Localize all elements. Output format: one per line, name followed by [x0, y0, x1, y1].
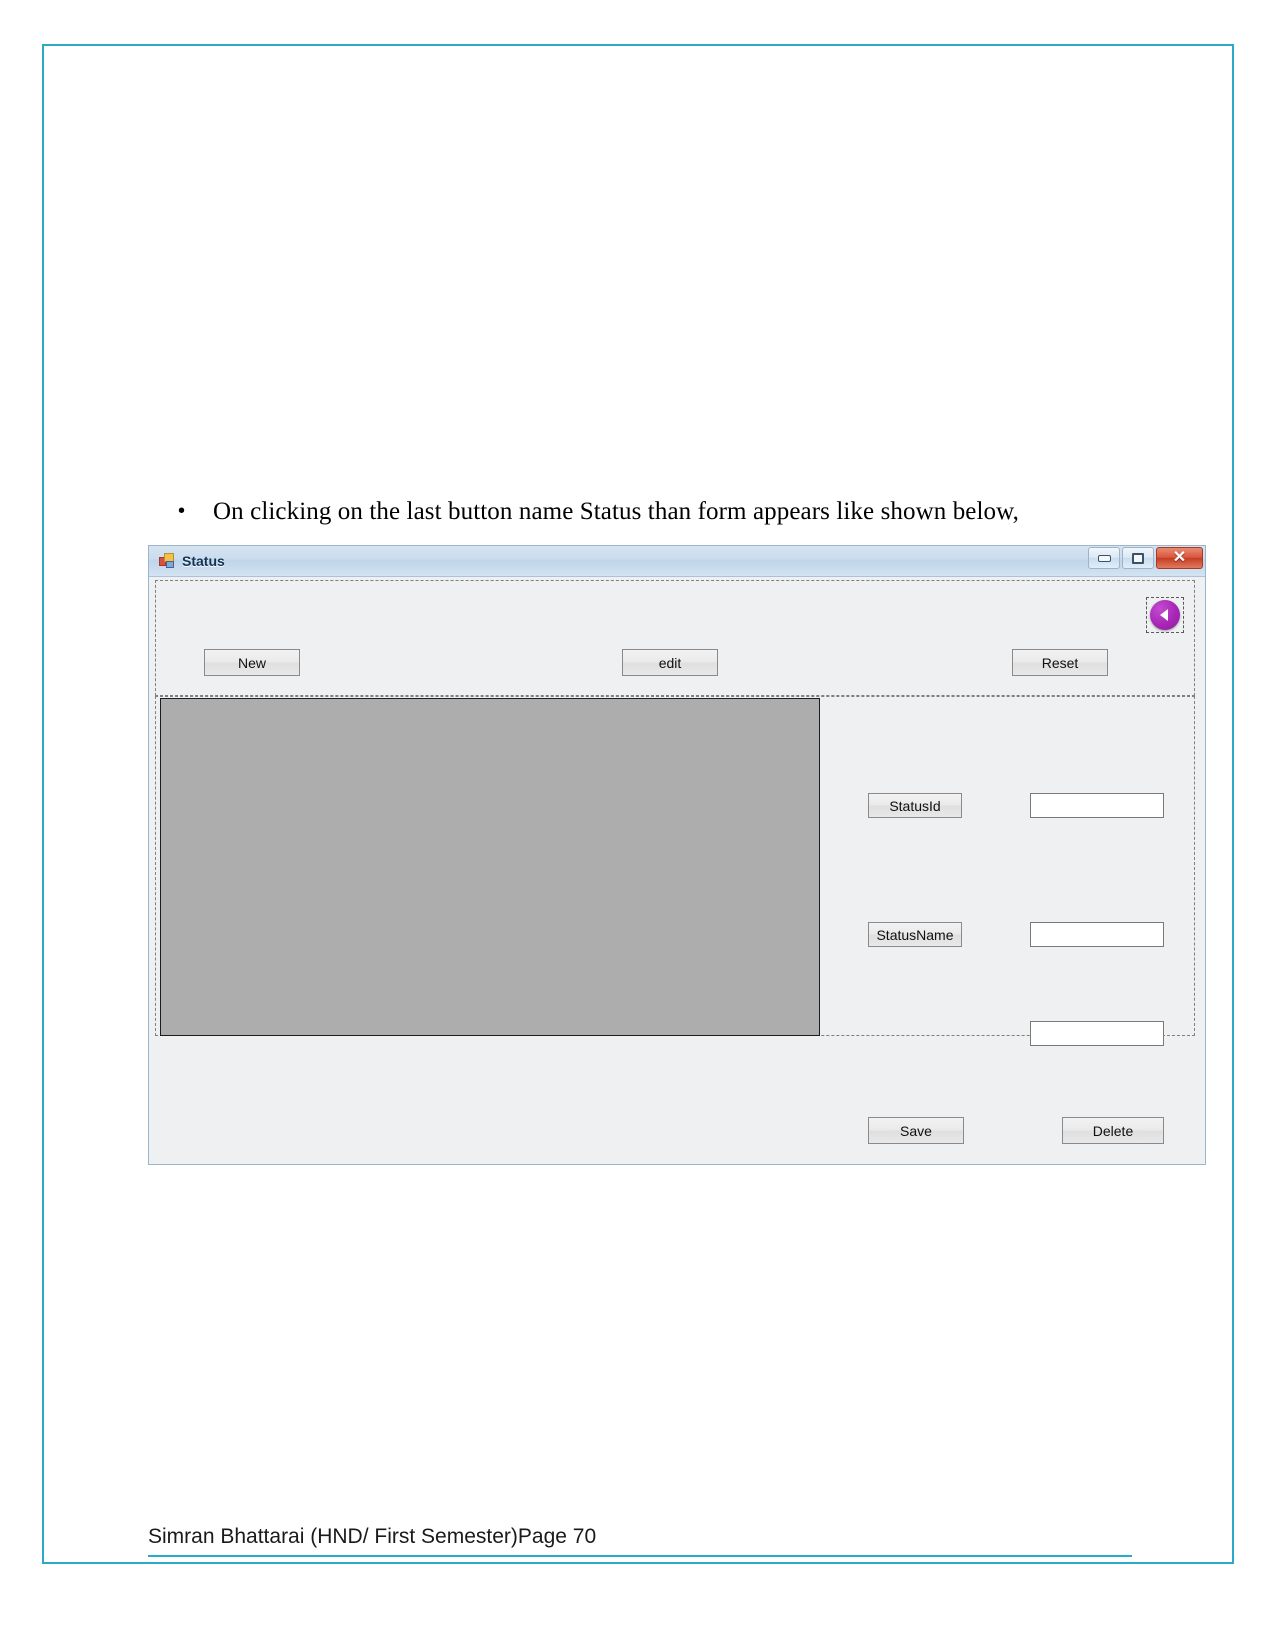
window-controls: ✕ — [1088, 547, 1203, 569]
delete-button[interactable]: Delete — [1062, 1117, 1164, 1144]
chevron-left-icon — [1159, 609, 1168, 621]
footer-text: Simran Bhattarai (HND/ First Semester)Pa… — [148, 1525, 597, 1548]
status-form-window: Status ✕ New edit Reset StatusId StatusN… — [148, 545, 1206, 1165]
winforms-icon — [159, 553, 175, 569]
footer-divider — [148, 1555, 1132, 1557]
bullet-text: On clicking on the last button name Stat… — [213, 498, 1020, 525]
back-button-container — [1146, 597, 1184, 633]
page-footer: Simran Bhattarai (HND/ First Semester)Pa… — [148, 1525, 1132, 1557]
form-client-area: New edit Reset StatusId StatusName Save … — [149, 577, 1205, 1164]
maximize-icon — [1132, 552, 1144, 564]
edit-button[interactable]: edit — [622, 649, 718, 676]
statusid-label: StatusId — [868, 793, 962, 818]
maximize-button[interactable] — [1122, 547, 1154, 569]
top-command-panel: New edit Reset — [155, 580, 1195, 696]
status-datagridview[interactable] — [160, 698, 820, 1036]
bullet-paragraph: • On clicking on the last button name St… — [178, 498, 1078, 526]
extra-input[interactable] — [1030, 1021, 1164, 1046]
statusname-input[interactable] — [1030, 922, 1164, 947]
bottom-content-panel: StatusId StatusName Save Delete — [155, 696, 1195, 1144]
minimize-button[interactable] — [1088, 547, 1120, 569]
close-icon: ✕ — [1172, 549, 1187, 566]
minimize-icon — [1097, 554, 1111, 562]
save-button[interactable]: Save — [868, 1117, 964, 1144]
reset-button[interactable]: Reset — [1012, 649, 1108, 676]
statusid-input[interactable] — [1030, 793, 1164, 818]
window-titlebar: Status ✕ — [149, 546, 1205, 577]
statusname-label: StatusName — [868, 922, 962, 947]
bullet-marker: • — [178, 500, 186, 522]
back-button[interactable] — [1150, 600, 1180, 630]
close-button[interactable]: ✕ — [1156, 547, 1203, 569]
new-button[interactable]: New — [204, 649, 300, 676]
window-title: Status — [182, 553, 225, 569]
